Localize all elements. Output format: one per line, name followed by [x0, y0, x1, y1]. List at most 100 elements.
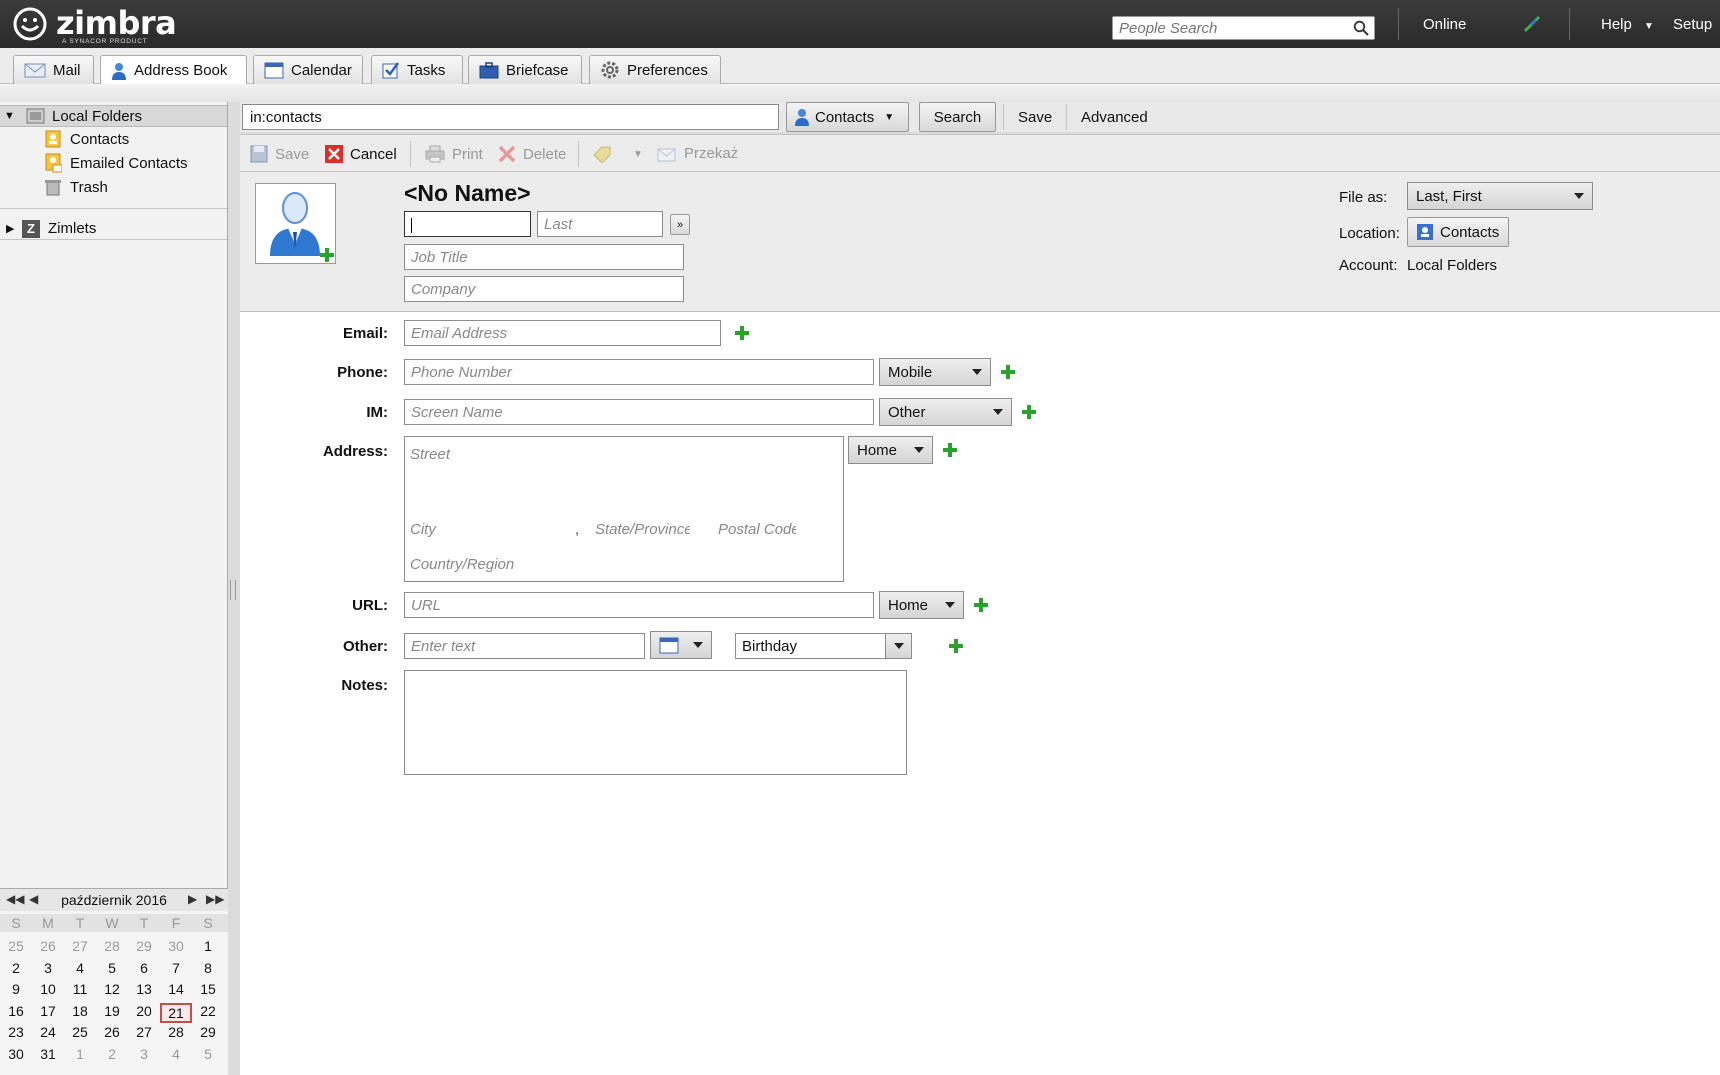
more-name-fields-button[interactable]: » [670, 214, 690, 235]
save-button[interactable]: Save [250, 145, 309, 163]
expand-triangle-icon[interactable]: ▶ [6, 222, 20, 235]
calendar-day[interactable]: 14 [160, 981, 192, 997]
calendar-day[interactable]: 28 [160, 1024, 192, 1040]
calendar-day[interactable]: 22 [192, 1003, 224, 1019]
calendar-day[interactable]: 11 [64, 981, 96, 997]
calendar-day[interactable]: 18 [64, 1003, 96, 1019]
calendar-day[interactable]: 13 [128, 981, 160, 997]
url-field[interactable]: URL [404, 592, 874, 618]
search-scope-dropdown[interactable]: Contacts ▼ [786, 102, 909, 132]
file-as-select[interactable]: Last, First [1407, 182, 1593, 210]
location-button[interactable]: Contacts [1407, 217, 1509, 247]
calendar-day[interactable]: 1 [64, 1046, 96, 1062]
add-phone-icon[interactable] [1000, 364, 1016, 380]
advanced-search-button[interactable]: Advanced [1081, 109, 1148, 126]
add-email-icon[interactable] [734, 325, 750, 341]
calendar-day[interactable]: 16 [0, 1003, 32, 1019]
phone-type-select[interactable]: Mobile [879, 358, 991, 386]
cancel-button[interactable]: Cancel [325, 145, 397, 163]
tab-briefcase[interactable]: Briefcase [468, 55, 582, 84]
calendar-day[interactable]: 17 [32, 1003, 64, 1019]
prev-month-icon[interactable]: ◀ [29, 892, 38, 906]
calendar-day[interactable]: 10 [32, 981, 64, 997]
calendar-day[interactable]: 15 [192, 981, 224, 997]
calendar-day[interactable]: 20 [128, 1003, 160, 1019]
search-button[interactable]: Search [919, 102, 996, 132]
im-type-select[interactable]: Other [879, 398, 1012, 426]
calendar-day[interactable]: 3 [32, 960, 64, 976]
state-field[interactable]: State/Province [595, 521, 690, 538]
calendar-day[interactable]: 7 [160, 960, 192, 976]
calendar-day[interactable]: 3 [128, 1046, 160, 1062]
calendar-day[interactable]: 30 [0, 1046, 32, 1062]
url-type-select[interactable]: Home [879, 591, 964, 619]
other-field[interactable]: Enter text [404, 633, 645, 659]
city-field[interactable]: City [410, 521, 436, 538]
calendar-day[interactable]: 12 [96, 981, 128, 997]
calendar-day[interactable]: 5 [192, 1046, 224, 1062]
calendar-day[interactable]: 2 [96, 1046, 128, 1062]
add-im-icon[interactable] [1021, 404, 1037, 420]
print-button[interactable]: Print [425, 145, 483, 163]
tab-preferences[interactable]: Preferences [589, 55, 721, 84]
forward-button[interactable]: Przekaż [657, 145, 738, 162]
calendar-month[interactable]: październik 2016 [61, 892, 167, 908]
calendar-day[interactable]: 23 [0, 1024, 32, 1040]
save-search-button[interactable]: Save [1018, 109, 1052, 126]
calendar-day[interactable]: 31 [32, 1046, 64, 1062]
calendar-day[interactable]: 19 [96, 1003, 128, 1019]
folder-emailed-contacts[interactable]: Emailed Contacts [44, 152, 188, 174]
other-type-dropdown[interactable] [885, 634, 911, 658]
calendar-day[interactable]: 27 [64, 938, 96, 954]
add-photo-icon[interactable] [319, 247, 335, 263]
folder-zimlets[interactable]: ▶ Z Zimlets [0, 218, 227, 240]
calendar-day[interactable]: 24 [32, 1024, 64, 1040]
prev-year-icon[interactable]: ◀◀ [6, 892, 24, 906]
calendar-day[interactable]: 1 [192, 938, 224, 954]
calendar-day[interactable]: 25 [64, 1024, 96, 1040]
phone-field[interactable]: Phone Number [404, 359, 874, 385]
calendar-day[interactable]: 9 [0, 981, 32, 997]
calendar-day[interactable]: 21 [160, 1002, 192, 1023]
pane-splitter[interactable] [230, 580, 236, 600]
tab-tasks[interactable]: Tasks [371, 55, 463, 84]
country-field[interactable]: Country/Region [410, 556, 514, 573]
people-search[interactable] [1112, 16, 1375, 40]
expand-triangle-icon[interactable]: ▼ [4, 110, 18, 122]
tab-address-book[interactable]: Address Book [100, 55, 247, 85]
add-address-icon[interactable] [942, 442, 958, 458]
calendar-day[interactable]: 4 [64, 960, 96, 976]
im-field[interactable]: Screen Name [404, 399, 874, 425]
calendar-day[interactable]: 26 [96, 1024, 128, 1040]
calendar-day[interactable]: 8 [192, 960, 224, 976]
job-title-input[interactable]: Job Title [404, 244, 684, 270]
delete-button[interactable]: Delete [498, 145, 566, 163]
folder-contacts[interactable]: Contacts [44, 128, 129, 150]
notes-textarea[interactable] [404, 670, 907, 775]
calendar-day[interactable]: 27 [128, 1024, 160, 1040]
email-field[interactable]: Email Address [404, 320, 721, 346]
tab-mail[interactable]: Mail [13, 55, 94, 84]
calendar-day[interactable]: 6 [128, 960, 160, 976]
search-icon[interactable] [1353, 20, 1369, 36]
other-type-field[interactable]: Birthday [735, 633, 912, 659]
calendar-day[interactable]: 4 [160, 1046, 192, 1062]
help-menu[interactable]: Help ▼ [1601, 16, 1654, 33]
address-type-select[interactable]: Home [848, 436, 933, 464]
postal-code-field[interactable]: Postal Code [718, 521, 796, 538]
online-status[interactable]: Online [1423, 16, 1466, 33]
first-name-input[interactable] [404, 211, 531, 237]
contact-photo[interactable] [255, 183, 336, 264]
folder-trash[interactable]: Trash [44, 176, 108, 198]
tab-calendar[interactable]: Calendar [253, 55, 363, 84]
calendar-day[interactable]: 2 [0, 960, 32, 976]
next-year-icon[interactable]: ▶▶ [206, 892, 224, 906]
calendar-day[interactable]: 25 [0, 938, 32, 954]
calendar-day[interactable]: 26 [32, 938, 64, 954]
next-month-icon[interactable]: ▶ [188, 892, 197, 906]
calendar-day[interactable]: 29 [192, 1024, 224, 1040]
folder-local-folders[interactable]: ▼ Local Folders [0, 105, 227, 127]
setup-link[interactable]: Setup [1673, 16, 1712, 33]
search-query-input[interactable]: in:contacts [242, 104, 779, 130]
add-url-icon[interactable] [973, 597, 989, 613]
